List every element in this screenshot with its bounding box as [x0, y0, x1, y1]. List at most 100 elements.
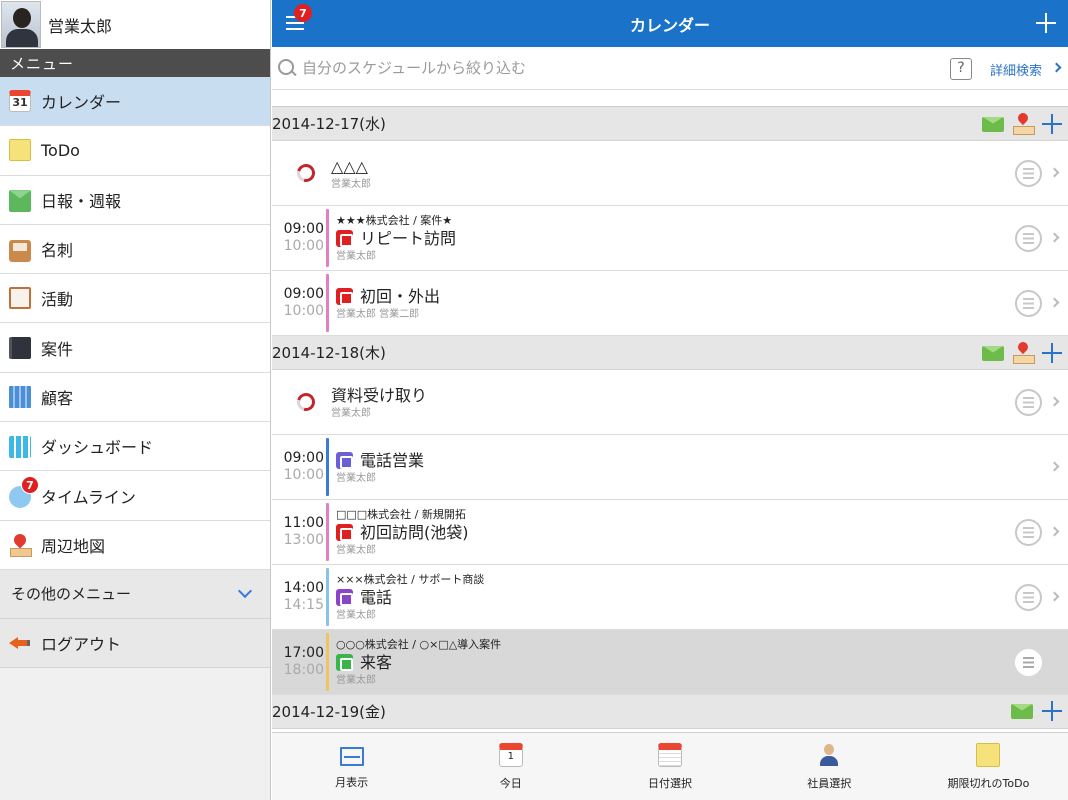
user-header[interactable]: 営業太郎	[0, 0, 270, 49]
event-menu-icon[interactable]	[1015, 519, 1042, 546]
sidebar-item-customers[interactable]: 顧客	[0, 372, 270, 423]
start-time: 09:00	[283, 221, 324, 237]
end-time: 10:00	[283, 238, 324, 254]
event-row[interactable]: 09:00 10:00 初回・外出 営業太郎 営業二郎	[272, 271, 1068, 336]
event-menu-icon[interactable]	[1015, 225, 1042, 252]
event-menu-icon[interactable]	[1015, 649, 1042, 676]
map-pin-icon[interactable]	[1013, 113, 1035, 135]
sidebar-item-calendar[interactable]: 31 カレンダー	[0, 77, 270, 127]
sidebar-item-label: 周辺地図	[41, 536, 106, 556]
visit-type-icon	[336, 230, 353, 247]
event-menu-icon[interactable]	[1015, 389, 1042, 416]
sidebar-item-nearby-map[interactable]: 周辺地図	[0, 520, 270, 570]
tab-month-view[interactable]: 月表示	[272, 733, 431, 800]
date-label: 2014-12-19(金)	[272, 703, 386, 721]
sidebar-item-daily-report[interactable]: 日報・週報	[0, 175, 270, 225]
end-time: 18:00	[283, 662, 324, 678]
tab-employee-select[interactable]: 社員選択	[750, 733, 909, 800]
sidebar-item-todo[interactable]: ToDo	[0, 126, 270, 176]
chevron-down-icon	[237, 583, 253, 599]
event-row[interactable]: 09:00 10:00 電話営業 営業太郎	[272, 435, 1068, 500]
daily-report-icon[interactable]	[1011, 703, 1033, 719]
sidebar-item-dashboard[interactable]: ダッシュボード	[0, 422, 270, 472]
search-input[interactable]	[302, 59, 902, 77]
event-row[interactable]: 11:00 13:00 □□□株式会社 / 新規開拓 初回訪問(池袋) 営業太郎	[272, 500, 1068, 565]
tab-date-picker[interactable]: 日付選択	[590, 733, 749, 800]
event-participants: 営業太郎	[331, 178, 371, 190]
date-header: 2014-12-18(木)	[272, 336, 1068, 370]
event-company: ×××株式会社 / サポート商談	[336, 572, 485, 586]
tab-overdue-todo[interactable]: 期限切れのToDo	[909, 733, 1068, 800]
menu-caption: メニュー	[0, 49, 270, 77]
logout-button[interactable]: ログアウト	[0, 618, 270, 668]
add-event-button[interactable]	[1042, 701, 1062, 721]
allday-marker	[272, 370, 326, 434]
calendar-icon: 31	[9, 90, 31, 113]
event-participants: 営業太郎	[336, 674, 376, 686]
sidebar-item-business-cards[interactable]: 名刺	[0, 224, 270, 275]
event-company: ○○○株式会社 / ○×□△導入案件	[336, 637, 502, 651]
calendar-main: 7 カレンダー ? 詳細検索 2014-12-17(水)	[272, 0, 1068, 800]
event-title: 電話営業	[360, 450, 425, 470]
add-event-button[interactable]	[1042, 114, 1062, 134]
event-row[interactable]: 14:00 14:15 ×××株式会社 / サポート商談 電話 営業太郎	[272, 565, 1068, 630]
visit-type-icon	[336, 288, 353, 305]
daily-report-icon	[9, 190, 31, 213]
advanced-search-link[interactable]: 詳細検索	[990, 60, 1042, 79]
event-title: リピート訪問	[360, 228, 457, 248]
other-menu-toggle[interactable]: その他のメニュー	[0, 569, 270, 619]
tab-label: 社員選択	[807, 776, 852, 790]
event-row[interactable]: △△△ 営業太郎	[272, 141, 1068, 206]
visit-type-icon	[336, 524, 353, 541]
logout-label: ログアウト	[41, 634, 122, 654]
sidebar-item-timeline[interactable]: 7 タイムライン	[0, 471, 270, 521]
tab-label: 日付選択	[648, 776, 692, 790]
help-button[interactable]: ?	[950, 58, 972, 80]
sidebar-item-label: 日報・週報	[41, 191, 122, 211]
todo-note-icon	[9, 139, 31, 162]
category-bar	[326, 568, 329, 626]
event-menu-icon[interactable]	[1015, 160, 1042, 187]
event-row[interactable]: 09:00 10:00 ★★★株式会社 / 案件★ リピート訪問 営業太郎	[272, 206, 1068, 271]
daily-report-icon[interactable]	[982, 345, 1004, 361]
sidebar-item-deals[interactable]: 案件	[0, 323, 270, 373]
event-menu-icon[interactable]	[1015, 290, 1042, 317]
binder-icon	[9, 336, 31, 359]
list-spacer	[272, 91, 1068, 107]
start-time: 14:00	[283, 580, 324, 596]
other-menu-label: その他のメニュー	[11, 585, 132, 604]
user-name: 営業太郎	[48, 16, 113, 36]
daily-report-icon[interactable]	[982, 116, 1004, 132]
add-event-button[interactable]	[1042, 343, 1062, 363]
month-view-icon	[339, 746, 364, 766]
map-pin-icon[interactable]	[1013, 342, 1035, 364]
event-participants: 営業太郎	[336, 472, 376, 484]
event-row-selected[interactable]: 17:00 18:00 ○○○株式会社 / ○×□△導入案件 来客 営業太郎	[272, 630, 1068, 695]
tab-today[interactable]: 1 今日	[431, 733, 590, 800]
phone-sales-icon	[336, 452, 353, 469]
sidebar-item-label: ToDo	[41, 140, 80, 160]
date-actions	[982, 113, 1062, 135]
page-title: カレンダー	[629, 15, 710, 35]
add-event-button[interactable]	[1036, 13, 1056, 33]
event-menu-icon[interactable]	[1015, 584, 1042, 611]
dashboard-icon	[9, 436, 31, 459]
visitor-icon	[336, 654, 353, 671]
telephone-icon	[336, 589, 353, 606]
sidebar-item-label: タイムライン	[41, 487, 136, 507]
event-row[interactable]: 資料受け取り 営業太郎	[272, 370, 1068, 435]
map-pin-icon	[9, 534, 32, 557]
allday-ring-icon	[293, 160, 319, 186]
sidebar: 営業太郎 メニュー 31 カレンダー ToDo 日報・週報 名刺 活動 案件 顧…	[0, 0, 271, 800]
event-participants: 営業太郎	[331, 407, 371, 419]
navbar: 7 カレンダー	[272, 0, 1068, 47]
date-actions	[1011, 701, 1062, 721]
event-company: □□□株式会社 / 新規開拓	[336, 507, 466, 521]
sidebar-item-activity[interactable]: 活動	[0, 274, 270, 324]
end-time: 10:00	[283, 303, 324, 319]
search-bar: ? 詳細検索	[272, 47, 1068, 90]
tab-label: 期限切れのToDo	[947, 776, 1030, 790]
schedule-list[interactable]: 2014-12-17(水) △△△ 営業太郎 09:00 10:00 ★★★株式…	[272, 91, 1068, 731]
building-icon	[9, 385, 31, 408]
event-participants: 営業太郎	[336, 609, 376, 621]
